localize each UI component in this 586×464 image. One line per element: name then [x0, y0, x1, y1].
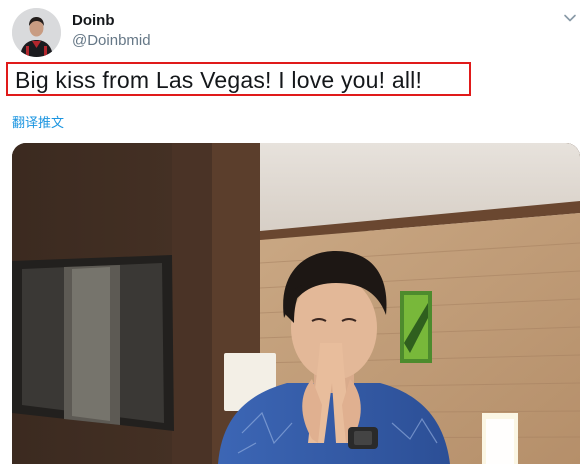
- tweet-card: Doinb @Doinbmid Big kiss from Las Vegas!…: [0, 0, 586, 464]
- video-frame-image: [12, 143, 580, 464]
- user-handle[interactable]: @Doinbmid: [72, 31, 151, 51]
- tweet-text: Big kiss from Las Vegas! I love you! all…: [15, 67, 423, 93]
- translate-tweet-link[interactable]: 翻译推文: [12, 115, 64, 131]
- display-name[interactable]: Doinb: [72, 12, 151, 30]
- tweet-video[interactable]: [12, 143, 580, 464]
- highlight-box: Big kiss from Las Vegas! I love you! all…: [6, 62, 471, 96]
- author-block: Doinb @Doinbmid: [72, 12, 151, 51]
- avatar[interactable]: [12, 8, 61, 57]
- chevron-down-icon[interactable]: [562, 10, 578, 26]
